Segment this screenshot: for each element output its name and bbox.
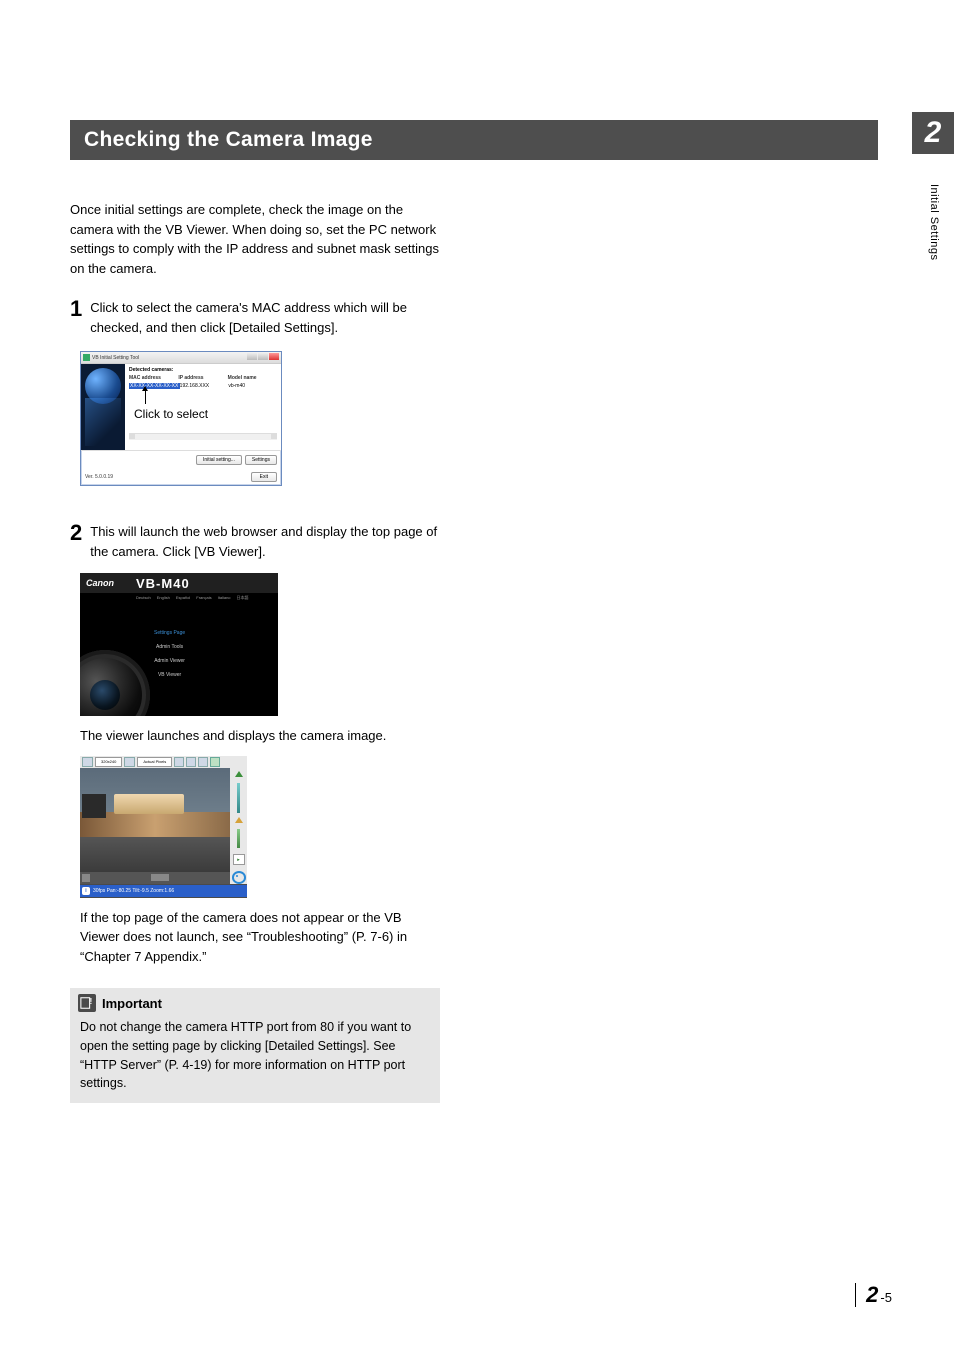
step-number: 2 — [70, 522, 82, 544]
important-note: ! Important Do not change the camera HTT… — [70, 988, 440, 1103]
arrow-up-icon — [145, 390, 146, 404]
chapter-tab: 2 — [912, 112, 954, 154]
exit-button[interactable]: Exit — [251, 472, 277, 482]
video-preview[interactable] — [80, 768, 230, 884]
col-ip: IP address — [178, 375, 227, 381]
camera-icon[interactable] — [82, 874, 90, 882]
section-heading: Checking the Camera Image — [70, 120, 878, 160]
tool-icon[interactable]: ▸ — [233, 854, 245, 865]
intro-paragraph: Once initial settings are complete, chec… — [70, 200, 440, 278]
toolbar-icon[interactable] — [82, 757, 93, 767]
step-text: Click to select the camera's MAC address… — [90, 298, 440, 337]
target-icon[interactable] — [232, 871, 246, 884]
toolbar-icon[interactable] — [124, 757, 135, 767]
toolbar-icon[interactable] — [210, 757, 220, 767]
step-number: 1 — [70, 298, 82, 320]
initial-setting-button[interactable]: Initial setting... — [196, 455, 242, 465]
after-fig3-text: If the top page of the camera does not a… — [80, 908, 430, 967]
scrollbar[interactable] — [129, 433, 277, 440]
step-text: This will launch the web browser and dis… — [90, 522, 440, 561]
list-header: Detected cameras: — [129, 367, 277, 373]
side-label: Initial Settings — [928, 184, 940, 260]
slider[interactable] — [237, 829, 240, 848]
after-fig2-text: The viewer launches and displays the cam… — [80, 726, 430, 746]
app-icon — [83, 354, 90, 361]
page-number: 2 - 5 — [855, 1282, 892, 1308]
figure-vb-viewer: 320x240 Actual Pixels ▸ i — [80, 756, 247, 898]
status-bar: i 30fps Pan:-80.25 Tilt:-9.5 Zoom:1.66 — [80, 885, 247, 897]
lens-icon — [80, 650, 150, 716]
toolbar-icon[interactable] — [186, 757, 196, 767]
toolbar-icon[interactable] — [174, 757, 184, 767]
language-links: Deutsch English Español Français Italian… — [80, 593, 278, 601]
table-row[interactable]: XX-XX-XX-XX-XX-XX 192.168.XXX vb-m40 — [129, 383, 277, 389]
settings-button[interactable]: Settings — [245, 455, 277, 465]
version-label: Ver. 5.0.0.19 — [85, 474, 113, 480]
important-icon: ! — [78, 994, 96, 1012]
svg-text:!: ! — [90, 997, 93, 1006]
size-select[interactable]: 320x240 — [95, 757, 122, 767]
step-1: 1 Click to select the camera's MAC addre… — [70, 298, 440, 337]
window-title: VB Initial Setting Tool — [92, 355, 246, 361]
info-icon: i — [82, 887, 90, 895]
admin-viewer-link[interactable]: Admin Viewer — [142, 656, 197, 666]
col-mac: MAC address — [129, 375, 178, 381]
marker-icon[interactable] — [235, 817, 243, 823]
pixels-select[interactable]: Actual Pixels — [137, 757, 172, 767]
window-control-icons — [246, 353, 279, 362]
up-icon[interactable] — [235, 771, 243, 777]
step-2: 2 This will launch the web browser and d… — [70, 522, 440, 561]
toolbar-icon[interactable] — [198, 757, 208, 767]
settings-page-link[interactable]: Settings Page — [142, 628, 197, 638]
important-body: Do not change the camera HTTP port from … — [70, 1018, 440, 1093]
important-label: Important — [102, 996, 162, 1011]
figure-camera-top-page: Canon VB-M40 Deutsch English Español Fra… — [80, 573, 278, 716]
figure-initial-setting-tool: VB Initial Setting Tool Detected cameras… — [80, 351, 510, 486]
canon-logo: Canon — [86, 578, 114, 588]
model-label: VB-M40 — [136, 576, 190, 591]
vb-viewer-link[interactable]: VB Viewer — [142, 670, 197, 680]
col-model: Model name — [228, 375, 277, 381]
slider[interactable] — [237, 783, 240, 814]
admin-tools-link[interactable]: Admin Tools — [142, 642, 197, 652]
callout-click-to-select: Click to select — [134, 407, 277, 421]
